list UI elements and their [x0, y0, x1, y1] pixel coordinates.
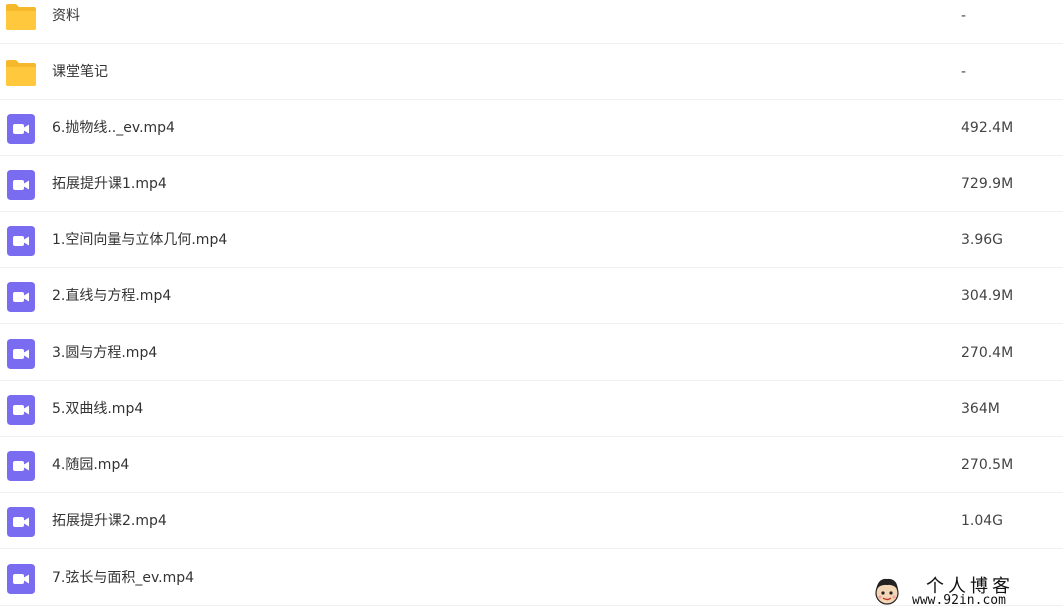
file-name[interactable]: 资料 [52, 0, 80, 44]
file-row[interactable]: 资料 - [0, 0, 1063, 44]
cartoon-avatar-icon [875, 578, 899, 605]
video-file-icon [7, 339, 35, 369]
file-name[interactable]: 拓展提升课1.mp4 [52, 156, 167, 212]
file-row[interactable]: 拓展提升课2.mp4 1.04G [0, 493, 1063, 549]
file-size: 364M [961, 401, 1000, 417]
file-name[interactable]: 4.随园.mp4 [52, 437, 129, 493]
file-row[interactable]: 拓展提升课1.mp4 729.9M [0, 156, 1063, 212]
file-name[interactable]: 拓展提升课2.mp4 [52, 493, 167, 549]
file-name[interactable]: 7.弦长与面积_ev.mp4 [52, 550, 194, 606]
file-row[interactable]: 课堂笔记 - [0, 44, 1063, 100]
file-row[interactable]: 3.圆与方程.mp4 270.4M [0, 325, 1063, 381]
folder-icon [6, 4, 36, 30]
file-row[interactable]: 1.空间向量与立体几何.mp4 3.96G [0, 212, 1063, 268]
file-row[interactable]: 2.直线与方程.mp4 304.9M [0, 268, 1063, 324]
file-name[interactable]: 6.抛物线.._ev.mp4 [52, 100, 175, 156]
file-size: 492.4M [961, 120, 1014, 136]
file-name[interactable]: 3.圆与方程.mp4 [52, 325, 157, 381]
video-file-icon [7, 282, 35, 312]
video-file-icon [7, 226, 35, 256]
file-size: - [961, 64, 967, 80]
folder-icon [6, 60, 36, 86]
file-name[interactable]: 1.空间向量与立体几何.mp4 [52, 212, 227, 268]
video-file-icon [7, 507, 35, 537]
file-size: 1.04G [961, 513, 1004, 529]
watermark-url: www.92in.com [912, 593, 1006, 608]
video-file-icon [7, 451, 35, 481]
file-size: 270.5M [961, 457, 1014, 473]
file-name[interactable]: 课堂笔记 [52, 44, 108, 100]
file-list: 资料 - 课堂笔记 - 6.抛物线.._ev.mp4 492.4M 拓展提升课1… [0, 0, 1063, 614]
file-name[interactable]: 5.双曲线.mp4 [52, 381, 143, 437]
watermark: 个人博客 www.92in.com [868, 572, 1056, 610]
file-size: 3.96G [961, 232, 1004, 248]
file-size: 304.9M [961, 288, 1014, 304]
video-file-icon [7, 170, 35, 200]
file-size: 270.4M [961, 345, 1014, 361]
video-file-icon [7, 564, 35, 594]
video-file-icon [7, 395, 35, 425]
file-row[interactable]: 5.双曲线.mp4 364M [0, 381, 1063, 437]
file-size: 729.9M [961, 176, 1014, 192]
file-size: - [961, 8, 967, 24]
file-row[interactable]: 4.随园.mp4 270.5M [0, 437, 1063, 493]
video-file-icon [7, 114, 35, 144]
file-name[interactable]: 2.直线与方程.mp4 [52, 268, 171, 324]
file-row[interactable]: 6.抛物线.._ev.mp4 492.4M [0, 100, 1063, 156]
